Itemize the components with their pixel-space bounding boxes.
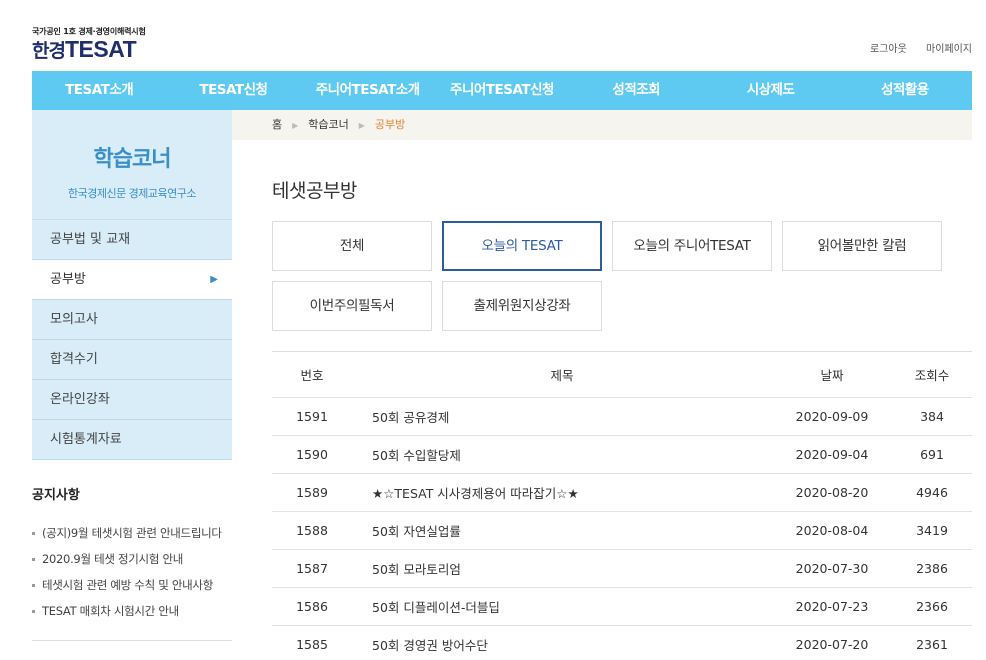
nav-item-awards[interactable]: 시상제도 — [703, 71, 837, 110]
category-tab-weekly-books[interactable]: 이번주의필독서 — [272, 281, 432, 331]
cell-date: 2020-09-09 — [795, 409, 869, 424]
cell-no: 1590 — [296, 447, 328, 462]
logo-wordmark: 한경TESAT — [32, 38, 146, 63]
sidebar-subtitle: 한국경제신문 경제교육연구소 — [67, 187, 197, 200]
notice-item[interactable]: 2020.9월 테샛 정기시험 안내 — [32, 546, 232, 572]
sidebar-item-study-method[interactable]: 공부법 및 교재 — [32, 220, 232, 260]
category-tab-all[interactable]: 전체 — [272, 221, 432, 271]
logo-english: TESAT — [64, 36, 137, 62]
category-tab-columns[interactable]: 읽어볼만한 칼럼 — [782, 221, 942, 271]
cell-views: 384 — [920, 409, 944, 424]
cell-date: 2020-07-30 — [795, 561, 869, 576]
category-tab-today-junior[interactable]: 오늘의 주니어TESAT — [612, 221, 772, 271]
sidebar-item-label: 공부방 — [50, 272, 86, 287]
triangle-right-icon: ▶ — [210, 274, 218, 285]
cell-views: 4946 — [916, 485, 948, 500]
notice-title[interactable]: 공지사항 — [32, 484, 232, 503]
table-row: 1591 50회 공유경제 2020-09-09 384 — [272, 398, 972, 436]
notice-list: (공지)9월 테샛시험 관련 안내드립니다 2020.9월 테샛 정기시험 안내… — [32, 520, 232, 624]
site-logo[interactable]: 국가공인 1호 경제·경영이해력시험 한경TESAT — [32, 26, 146, 63]
cell-no: 1589 — [296, 485, 328, 500]
breadcrumb-separator-icon: ▶ — [292, 121, 299, 130]
nav-item-score-lookup[interactable]: 성적조회 — [569, 71, 703, 110]
table-row: 1588 50회 자연실업률 2020-08-04 3419 — [272, 512, 972, 550]
sidebar-item-exam-stats[interactable]: 시험통계자료 — [32, 420, 232, 460]
board-table: 번호 제목 날짜 조회수 1591 50회 공유경제 2020-09-09 38… — [272, 351, 972, 660]
sidebar-item-label: 공부법 및 교재 — [50, 232, 131, 247]
category-tab-today-tesat[interactable]: 오늘의 TESAT — [442, 221, 602, 271]
cell-date: 2020-08-20 — [795, 485, 869, 500]
logout-link[interactable]: 로그아웃 — [870, 44, 907, 55]
column-header-no: 번호 — [300, 368, 324, 383]
table-row: 1587 50회 모라토리엄 2020-07-30 2386 — [272, 550, 972, 588]
logo-korean: 한경 — [32, 40, 66, 62]
sidebar-item-online-lecture[interactable]: 온라인강좌 — [32, 380, 232, 420]
main-navigation: TESAT소개 TESAT신청 주니어TESAT소개 주니어TESAT신청 성적… — [32, 71, 972, 110]
breadcrumb-current: 공부방 — [374, 118, 406, 131]
cell-no: 1585 — [296, 637, 328, 652]
sidebar-item-label: 모의고사 — [50, 312, 98, 327]
notice-item[interactable]: TESAT 매회차 시험시간 안내 — [32, 598, 232, 624]
nav-item-junior-apply[interactable]: 주니어TESAT신청 — [435, 71, 569, 110]
column-header-title: 제목 — [550, 368, 574, 383]
cell-no: 1588 — [296, 523, 328, 538]
table-row: 1586 50회 디플레이션-더블딥 2020-07-23 2366 — [272, 588, 972, 626]
notice-panel: 공지사항 (공지)9월 테샛시험 관련 안내드립니다 2020.9월 테샛 정기… — [32, 484, 232, 624]
cell-no: 1586 — [296, 599, 328, 614]
nav-item-tesat-apply[interactable]: TESAT신청 — [166, 71, 300, 110]
breadcrumb-separator-icon: ▶ — [358, 121, 365, 130]
cell-date: 2020-07-23 — [795, 599, 869, 614]
cell-date: 2020-09-04 — [795, 447, 869, 462]
breadcrumb-level1[interactable]: 학습코너 — [308, 118, 348, 131]
nav-item-tesat-intro[interactable]: TESAT소개 — [32, 71, 166, 110]
cell-views: 3419 — [916, 523, 948, 538]
cell-no: 1587 — [296, 561, 328, 576]
sidebar-item-label: 합격수기 — [50, 352, 98, 367]
table-header: 번호 제목 날짜 조회수 — [272, 352, 972, 398]
cell-views: 2386 — [916, 561, 948, 576]
notice-item[interactable]: (공지)9월 테샛시험 관련 안내드립니다 — [32, 520, 232, 546]
sidebar-item-label: 온라인강좌 — [50, 392, 110, 407]
table-row: 1589 ★☆TESAT 시사경제용어 따라잡기☆★ 2020-08-20 49… — [272, 474, 972, 512]
notice-item[interactable]: 테샛시험 관련 예방 수칙 및 안내사항 — [32, 572, 232, 598]
sidebar-header: 학습코너 한국경제신문 경제교육연구소 — [32, 110, 232, 220]
sidebar-item-study-room[interactable]: 공부방 ▶ — [32, 260, 232, 300]
cell-no: 1591 — [296, 409, 328, 424]
site-header: 국가공인 1호 경제·경영이해력시험 한경TESAT 로그아웃 마이페이지 — [0, 0, 986, 71]
utility-links: 로그아웃 마이페이지 — [854, 40, 972, 55]
sidebar-menu: 공부법 및 교재 공부방 ▶ 모의고사 합격수기 온라인강좌 시험통계자료 — [32, 220, 232, 460]
breadcrumb: 홈 ▶ 학습코너 ▶ 공부방 — [232, 110, 972, 140]
sidebar-item-mock-exam[interactable]: 모의고사 — [32, 300, 232, 340]
cell-date: 2020-08-04 — [795, 523, 869, 538]
column-header-date: 날짜 — [820, 368, 844, 383]
cell-date: 2020-07-20 — [795, 637, 869, 652]
breadcrumb-home[interactable]: 홈 — [272, 118, 282, 131]
sidebar-item-reviews[interactable]: 합격수기 — [32, 340, 232, 380]
nav-item-score-usage[interactable]: 성적활용 — [838, 71, 972, 110]
cell-views: 2366 — [916, 599, 948, 614]
sidebar-item-label: 시험통계자료 — [50, 432, 122, 447]
mypage-link[interactable]: 마이페이지 — [926, 44, 972, 55]
cell-views: 691 — [920, 447, 944, 462]
page-title: 테샛공부방 — [272, 180, 357, 202]
sidebar-title: 학습코너 — [93, 147, 172, 172]
category-tab-examiner-lecture[interactable]: 출제위원지상강좌 — [442, 281, 602, 331]
table-row: 1585 50회 경영권 방어수단 2020-07-20 2361 — [272, 626, 972, 660]
sidebar-divider — [32, 640, 232, 641]
cell-views: 2361 — [916, 637, 948, 652]
column-header-views: 조회수 — [914, 368, 950, 383]
table-row: 1590 50회 수입할당제 2020-09-04 691 — [272, 436, 972, 474]
sidebar: 학습코너 한국경제신문 경제교육연구소 공부법 및 교재 공부방 ▶ 모의고사 합… — [32, 110, 232, 460]
nav-item-junior-intro[interactable]: 주니어TESAT소개 — [301, 71, 435, 110]
